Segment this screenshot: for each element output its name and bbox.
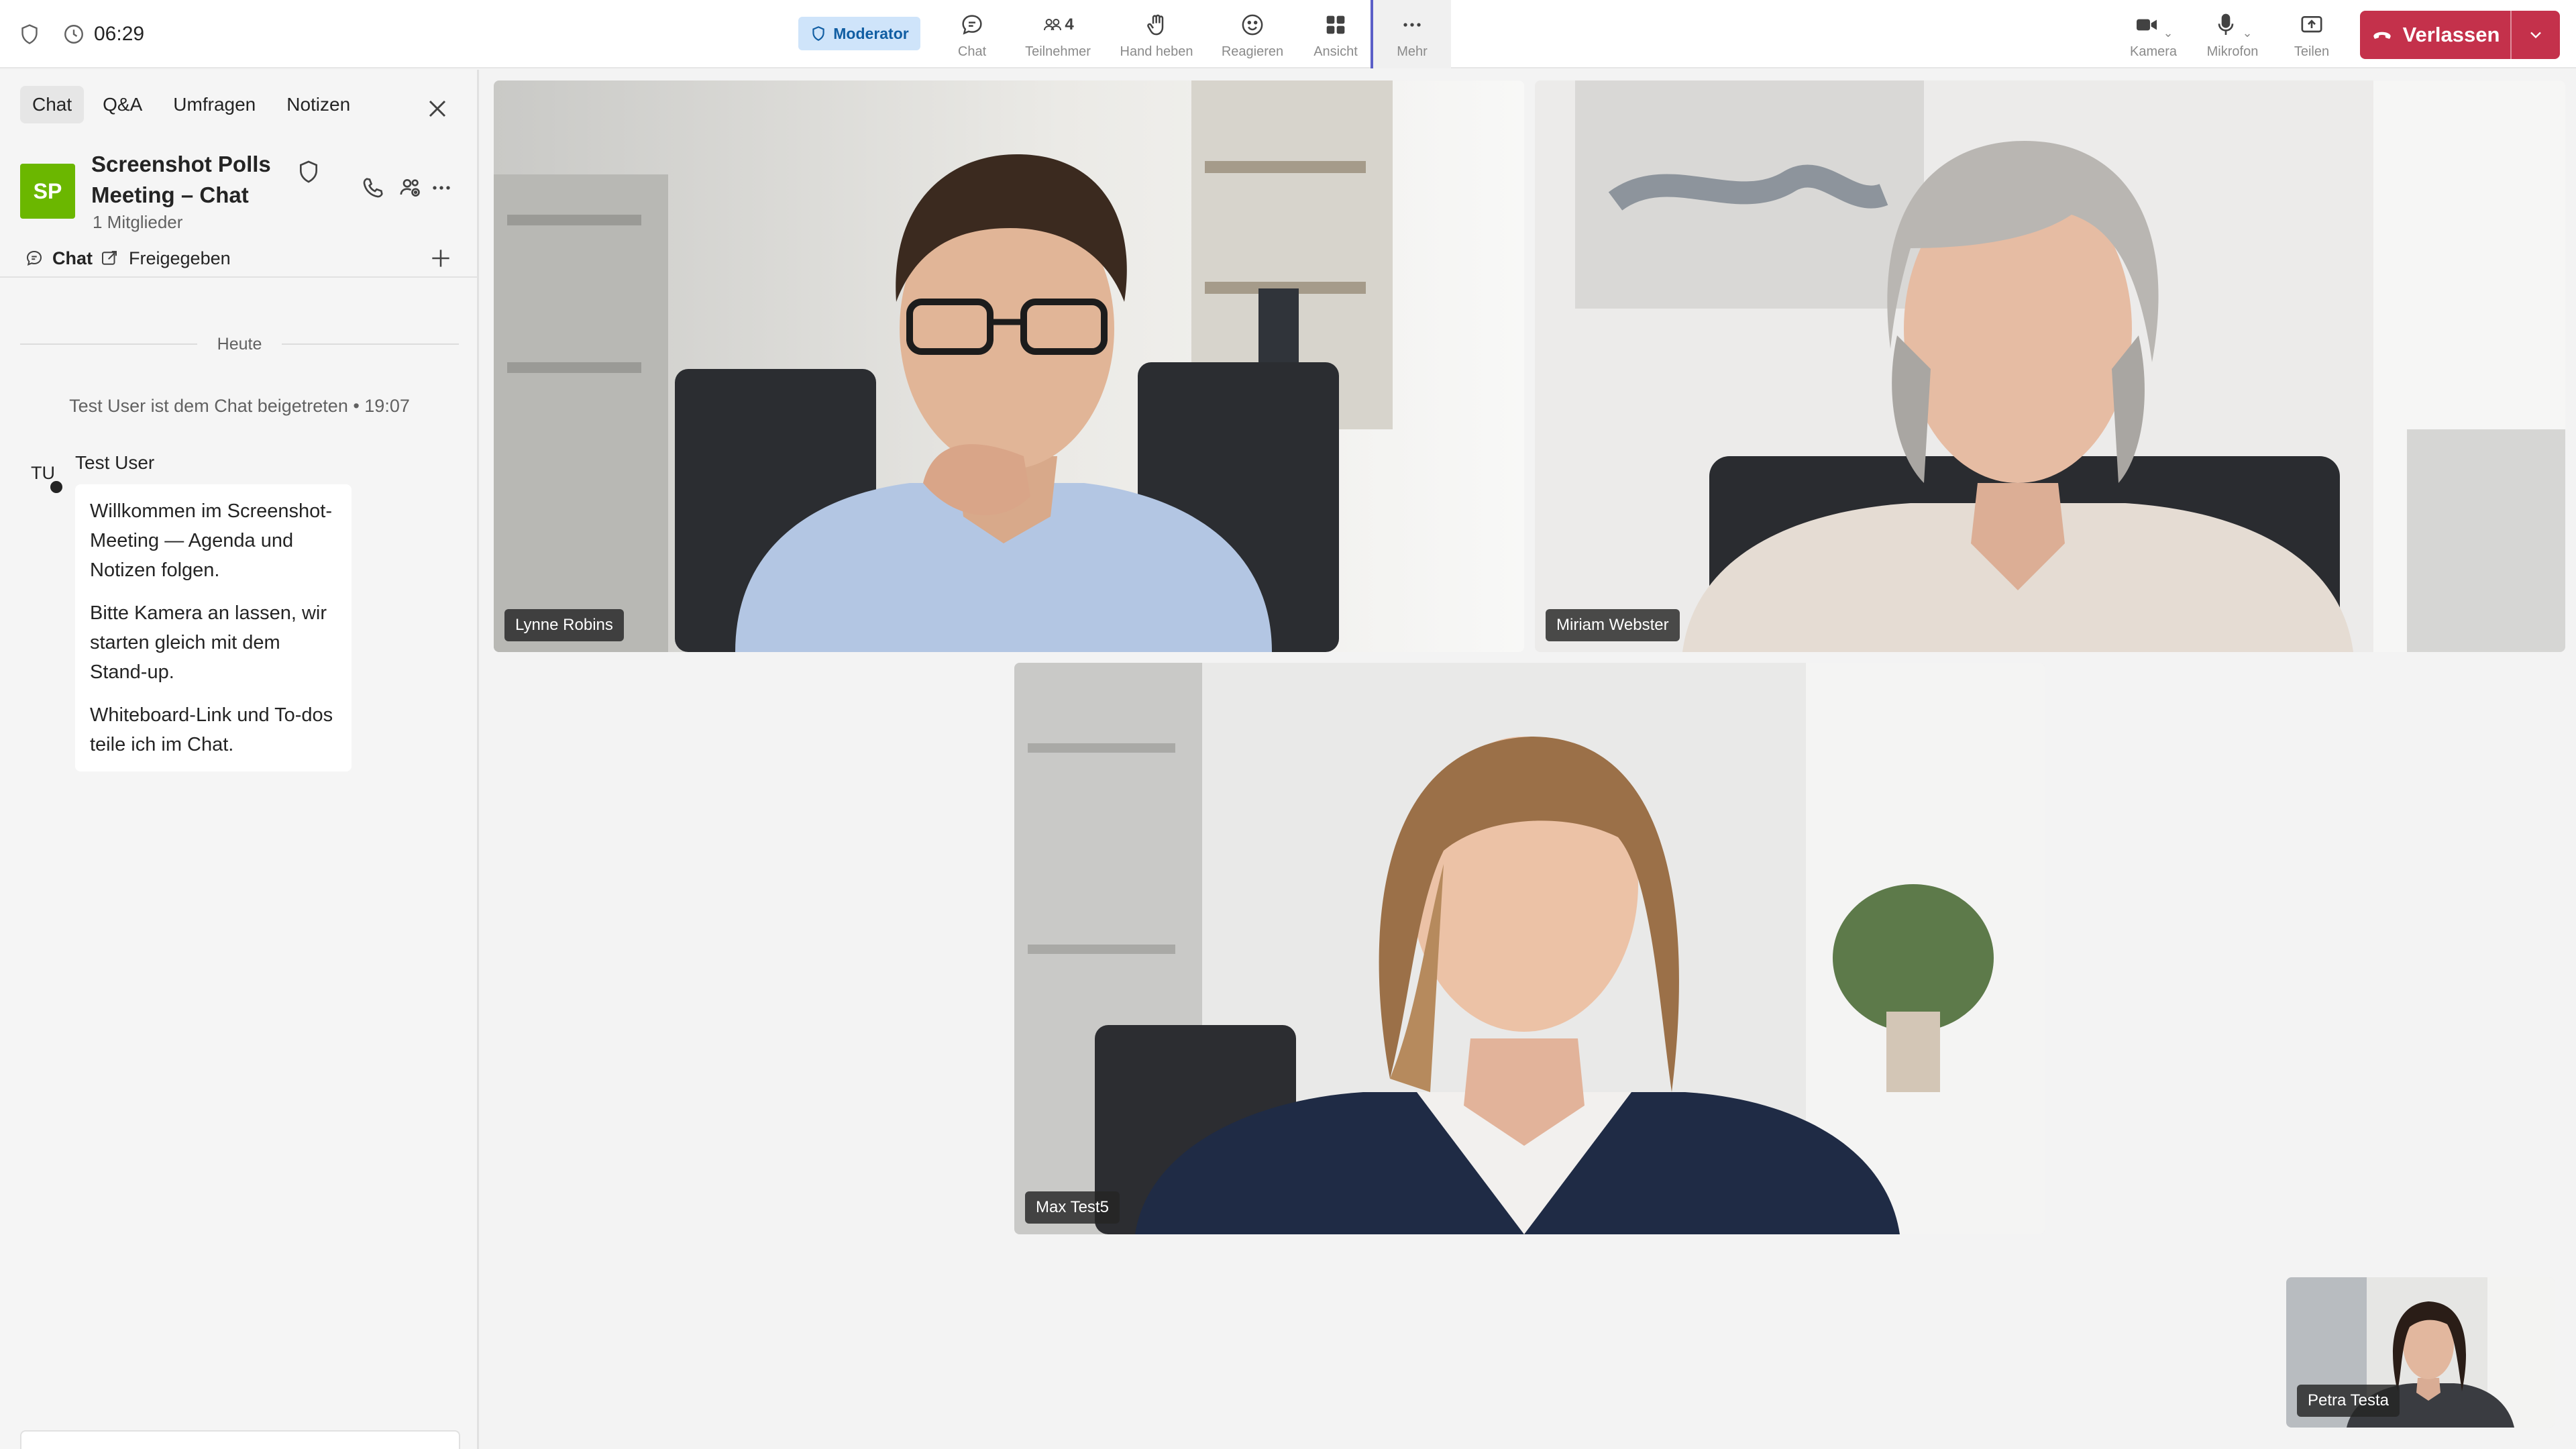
meeting-toolbar: 06:29 Moderator Chat 4 Teilnehmer Hand h… xyxy=(0,0,2576,68)
raise-hand-button[interactable]: Hand heben xyxy=(1115,0,1198,68)
participant-name-tag: Miriam Webster xyxy=(1546,609,1680,641)
camera-button[interactable]: ⌄ Kamera xyxy=(2120,0,2187,68)
moderator-badge: Moderator xyxy=(798,17,920,50)
participant-video xyxy=(1535,80,2565,652)
conversation-tabs: Chat Freigegeben xyxy=(24,241,460,275)
share-button[interactable]: Teilen xyxy=(2284,0,2340,68)
leave-options-button[interactable] xyxy=(2512,11,2560,59)
raise-hand-label: Hand heben xyxy=(1120,44,1193,59)
add-tab-icon[interactable] xyxy=(428,246,453,271)
camera-icon xyxy=(2137,19,2157,30)
message-paragraph: Willkommen im Screenshot-Meeting — Agend… xyxy=(90,500,332,581)
day-label: Heute xyxy=(217,334,262,354)
elapsed-time: 06:29 xyxy=(94,23,145,45)
message-paragraph: Bitte Kamera an lassen, wir starten glei… xyxy=(90,602,327,683)
people-icon xyxy=(1044,18,1062,30)
participants-label: Teilnehmer xyxy=(1025,44,1091,59)
participants-count: 4 xyxy=(1065,15,1074,34)
video-tile-miriam-webster[interactable]: Miriam Webster xyxy=(1535,80,2565,652)
message-paragraph: Whiteboard-Link und To-dos teile ich im … xyxy=(90,704,333,755)
tab-conversation-chat[interactable]: Chat xyxy=(52,248,93,269)
separator-line xyxy=(282,343,459,345)
presence-status-indicator xyxy=(48,479,64,495)
video-tile-max-test5[interactable]: Max Test5 xyxy=(1014,663,2045,1234)
share-label: Teilen xyxy=(2294,44,2330,59)
tab-chat[interactable]: Chat xyxy=(20,86,85,123)
participant-name-tag: Petra Testa xyxy=(2297,1385,2400,1417)
tab-qa[interactable]: Q&A xyxy=(91,86,154,123)
camera-label: Kamera xyxy=(2129,44,2178,59)
chevron-down-icon: ⌄ xyxy=(2242,25,2253,40)
message-composer xyxy=(20,1430,460,1449)
participants-icon-group: 4 xyxy=(1042,9,1074,40)
shield-icon xyxy=(295,158,322,185)
more-icon xyxy=(1399,9,1426,40)
chat-icon xyxy=(959,9,985,40)
shield-icon xyxy=(812,26,824,41)
participants-button[interactable]: 4 Teilnehmer xyxy=(1021,0,1095,68)
emoji-icon xyxy=(1239,9,1266,40)
chevron-down-icon: ⌄ xyxy=(2163,25,2174,40)
microphone-label: Mikrofon xyxy=(2206,44,2259,59)
microphone-icon-group: ⌄ xyxy=(2212,9,2253,40)
meeting-status: 06:29 xyxy=(17,0,144,68)
chevron-down-icon xyxy=(2530,32,2541,39)
chat-icon xyxy=(24,248,44,268)
phone-icon[interactable] xyxy=(360,174,386,201)
shared-files-icon xyxy=(99,248,119,268)
tab-conversation-shared[interactable]: Freigegeben xyxy=(129,248,231,269)
message-input[interactable] xyxy=(34,1446,275,1449)
hand-icon xyxy=(1143,9,1170,40)
video-tile-lynne-robins[interactable]: Lynne Robins xyxy=(494,80,1524,652)
chat-button[interactable]: Chat xyxy=(948,0,996,68)
chat-panel: Chat Q&A Umfragen Notizen SP Screenshot … xyxy=(0,70,479,1449)
more-button[interactable]: Mehr xyxy=(1373,0,1451,68)
view-button[interactable]: Ansicht xyxy=(1305,0,1366,68)
people-settings-icon[interactable] xyxy=(397,174,424,201)
member-count: 1 Mitglieder xyxy=(93,212,183,232)
leave-button[interactable]: Verlassen xyxy=(2360,11,2510,59)
participant-video xyxy=(494,80,1524,652)
chat-button-label: Chat xyxy=(957,44,987,59)
clock-icon xyxy=(62,22,86,46)
microphone-button[interactable]: ⌄ Mikrofon xyxy=(2199,0,2266,68)
group-avatar: SP xyxy=(20,164,75,219)
more-icon[interactable] xyxy=(428,174,455,201)
leave-label: Verlassen xyxy=(2402,23,2500,46)
close-icon[interactable] xyxy=(423,94,452,123)
participant-name-tag: Lynne Robins xyxy=(504,609,624,641)
microphone-icon xyxy=(2218,13,2234,35)
divider xyxy=(0,276,477,278)
shield-icon xyxy=(17,22,42,46)
more-label: Mehr xyxy=(1397,44,1428,59)
video-tile-petra-testa[interactable]: Petra Testa xyxy=(2286,1277,2555,1428)
share-screen-icon xyxy=(2298,9,2325,40)
tab-notes[interactable]: Notizen xyxy=(274,86,362,123)
leave-button-group: Verlassen xyxy=(2360,11,2560,59)
hang-up-icon xyxy=(2373,32,2391,39)
meeting-timer: 06:29 xyxy=(62,22,144,46)
participant-name-tag: Max Test5 xyxy=(1025,1191,1120,1224)
participant-video xyxy=(1014,663,2045,1234)
message-author: Test User xyxy=(75,452,155,473)
system-message: Test User ist dem Chat beigetreten • 19:… xyxy=(69,396,410,416)
panel-tabs: Chat Q&A Umfragen Notizen xyxy=(20,86,369,123)
day-separator: Heute xyxy=(20,333,459,356)
react-button[interactable]: Reagieren xyxy=(1214,0,1291,68)
message-bubble[interactable]: Willkommen im Screenshot-Meeting — Agend… xyxy=(75,484,352,771)
react-label: Reagieren xyxy=(1221,44,1284,59)
conversation-title: Screenshot Polls Meeting – Chat xyxy=(91,152,271,207)
conversation-header: SP Screenshot Polls Meeting – Chat 1 Mit… xyxy=(20,146,463,240)
tab-polls[interactable]: Umfragen xyxy=(161,86,268,123)
view-label: Ansicht xyxy=(1313,44,1358,59)
grid-view-icon xyxy=(1322,9,1349,40)
separator-line xyxy=(20,343,197,345)
camera-icon-group: ⌄ xyxy=(2133,9,2174,40)
moderator-label: Moderator xyxy=(833,24,909,42)
